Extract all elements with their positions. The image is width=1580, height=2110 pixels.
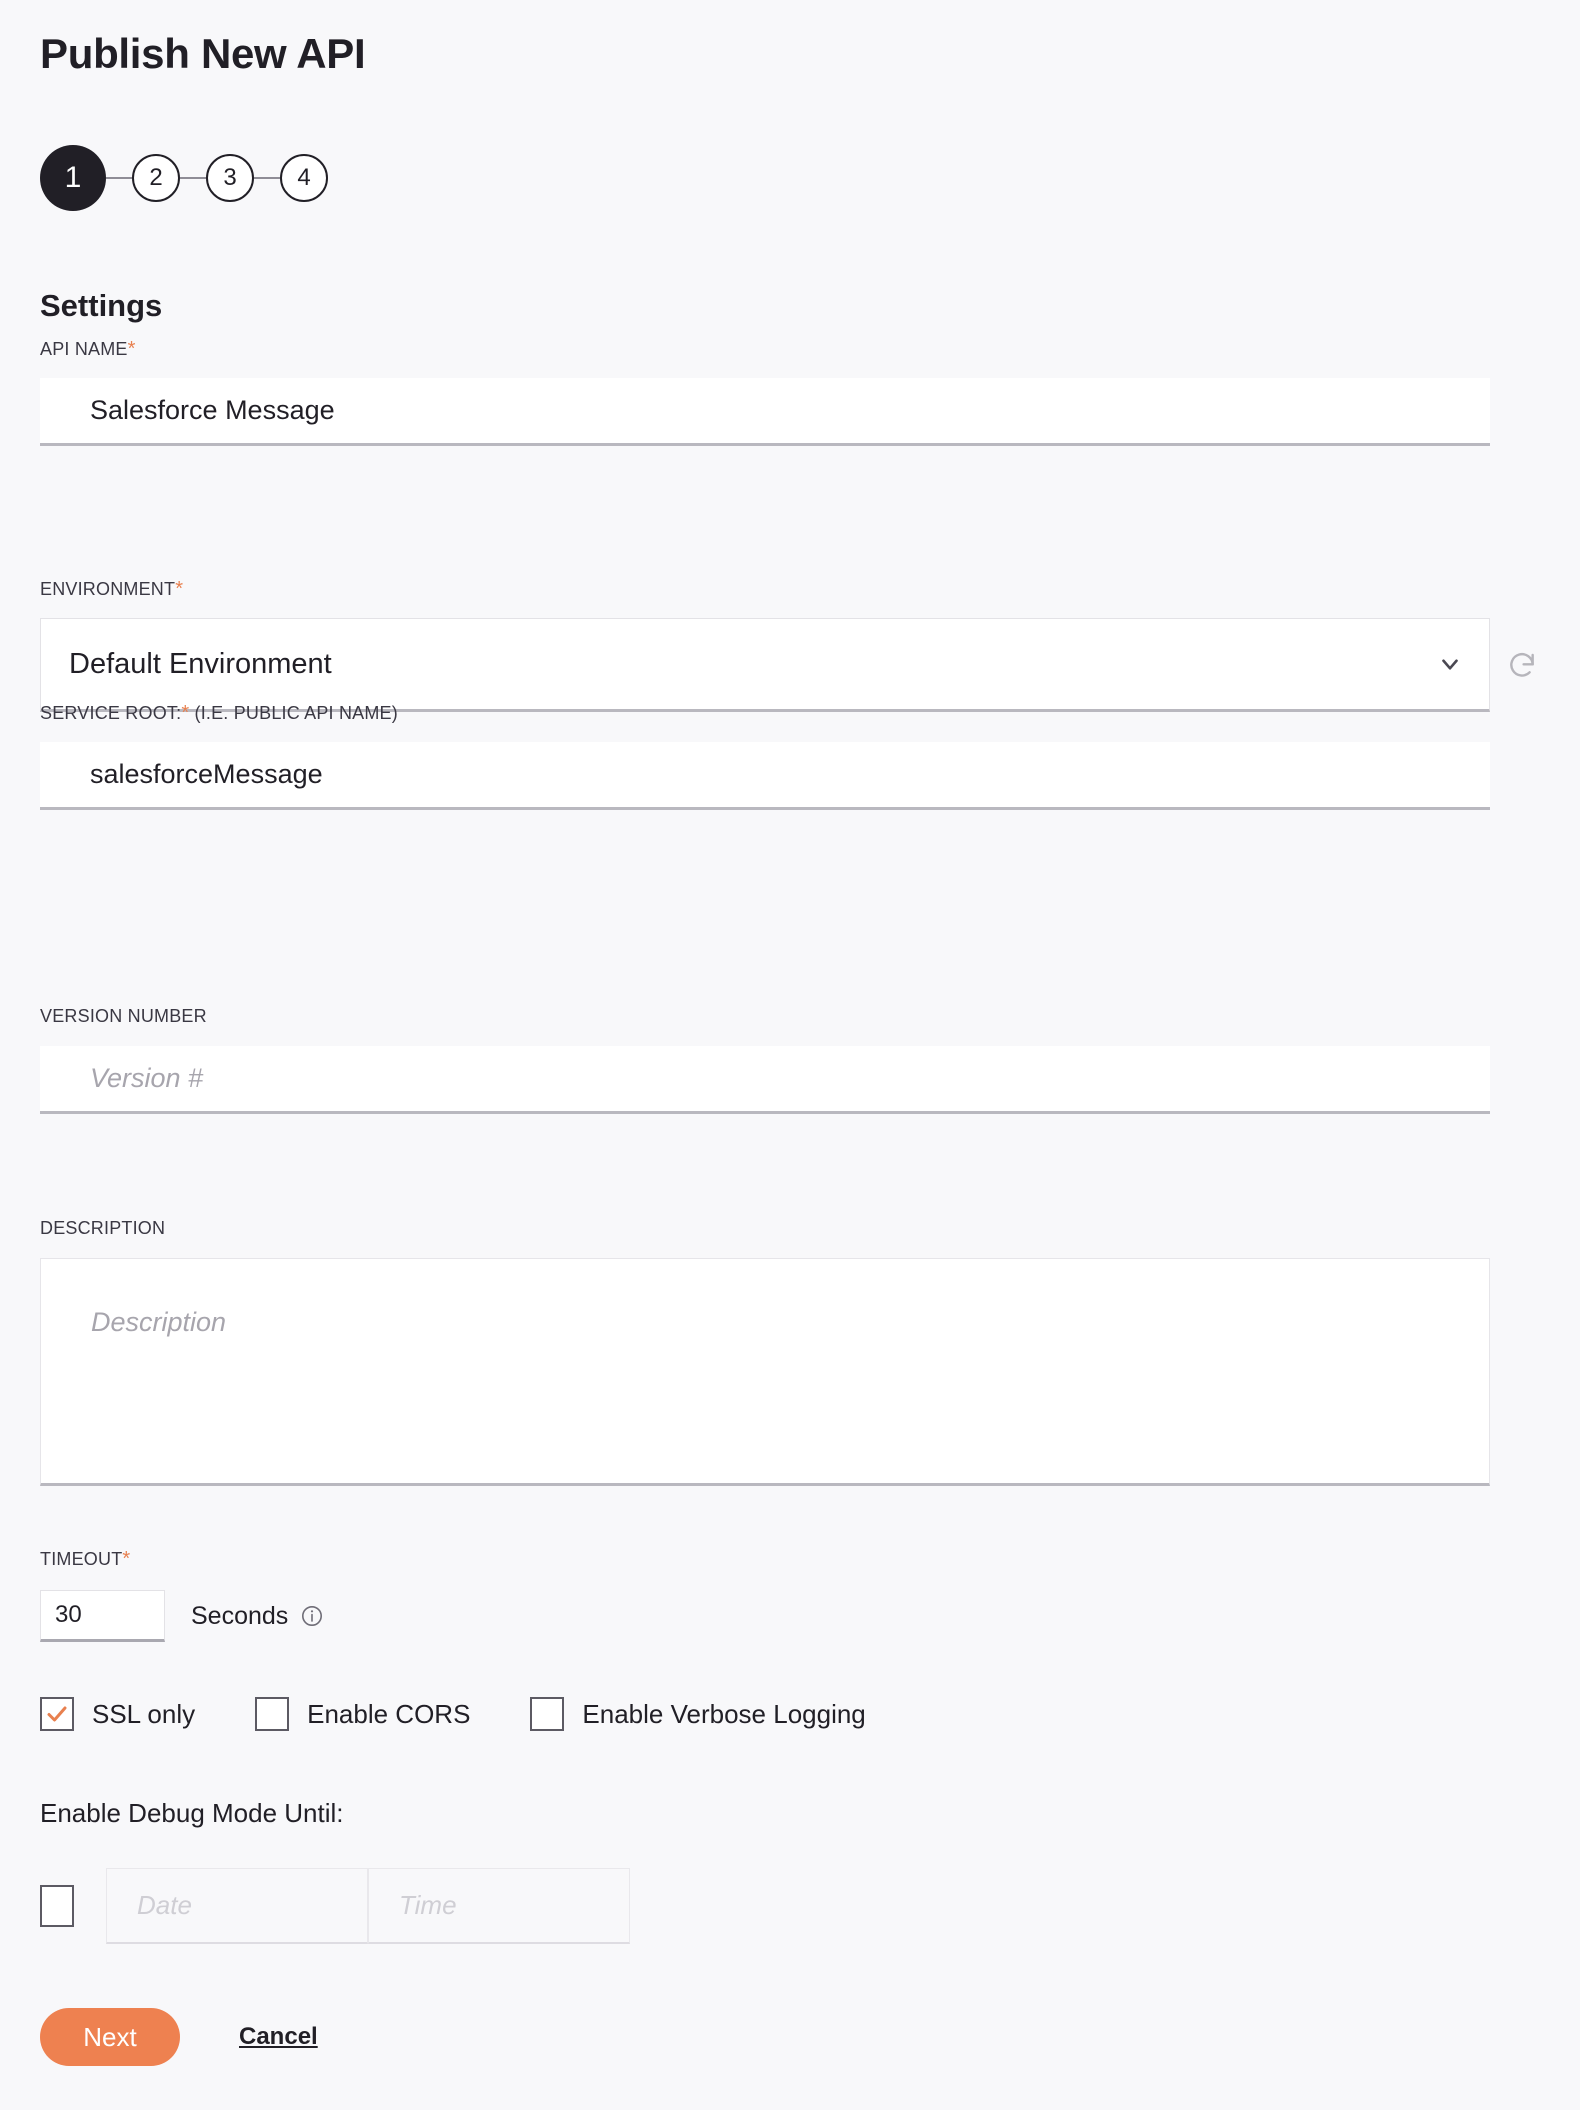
enable-verbose-logging-label: Enable Verbose Logging: [582, 1699, 865, 1730]
stepper-step-3[interactable]: 3: [206, 154, 254, 202]
ssl-only-checkbox[interactable]: [40, 1697, 74, 1731]
debug-time-input[interactable]: [368, 1868, 630, 1944]
environment-select-wrap: Default Environment: [40, 618, 1490, 712]
service-root-label-text: SERVICE ROOT:: [40, 703, 181, 723]
service-root-label: SERVICE ROOT:* (I.E. PUBLIC API NAME): [40, 702, 398, 725]
timeout-row: Seconds: [40, 1590, 324, 1642]
api-name-required-mark: *: [128, 338, 136, 360]
api-name-label-text: API NAME: [40, 339, 128, 359]
api-name-input[interactable]: [40, 378, 1490, 446]
debug-mode-checkbox[interactable]: [40, 1885, 74, 1927]
version-number-label: VERSION NUMBER: [40, 1006, 207, 1027]
stepper-connector-2: [180, 177, 206, 179]
stepper-step-1-label: 1: [65, 161, 82, 195]
timeout-required-mark: *: [122, 1548, 130, 1570]
stepper-step-4-label: 4: [297, 164, 310, 192]
description-label-text: DESCRIPTION: [40, 1218, 165, 1238]
timeout-label: TIMEOUT*: [40, 1548, 130, 1571]
service-root-label-suffix: (I.E. PUBLIC API NAME): [195, 703, 398, 723]
ssl-only-label: SSL only: [92, 1699, 195, 1730]
stepper-step-2[interactable]: 2: [132, 154, 180, 202]
environment-label: ENVIRONMENT*: [40, 578, 183, 601]
service-root-input[interactable]: [40, 742, 1490, 810]
info-icon[interactable]: [300, 1604, 324, 1628]
environment-required-mark: *: [175, 578, 183, 600]
settings-heading: Settings: [40, 288, 162, 324]
enable-cors-label: Enable CORS: [307, 1699, 470, 1730]
next-button[interactable]: Next: [40, 2008, 180, 2066]
environment-select[interactable]: Default Environment: [40, 618, 1490, 712]
debug-mode-label: Enable Debug Mode Until:: [40, 1798, 344, 1829]
version-number-label-text: VERSION NUMBER: [40, 1006, 207, 1026]
footer-actions: Next Cancel: [40, 2008, 324, 2066]
version-number-input[interactable]: [40, 1046, 1490, 1114]
chevron-down-icon: [1437, 651, 1463, 677]
timeout-unit-label: Seconds: [191, 1602, 288, 1631]
checkbox-item-ssl-only[interactable]: SSL only: [40, 1697, 195, 1731]
wizard-stepper: 1 2 3 4: [40, 145, 328, 211]
refresh-icon[interactable]: [1505, 648, 1539, 682]
timeout-label-text: TIMEOUT: [40, 1549, 122, 1569]
stepper-step-4[interactable]: 4: [280, 154, 328, 202]
description-label: DESCRIPTION: [40, 1218, 165, 1239]
enable-verbose-logging-checkbox[interactable]: [530, 1697, 564, 1731]
cancel-button[interactable]: Cancel: [233, 2022, 324, 2052]
timeout-input[interactable]: [40, 1590, 165, 1642]
publish-new-api-page: Publish New API 1 2 3 4 Settings API NAM…: [0, 0, 1580, 2110]
stepper-step-2-label: 2: [149, 164, 162, 192]
description-textarea[interactable]: [40, 1258, 1490, 1486]
enable-cors-checkbox[interactable]: [255, 1697, 289, 1731]
stepper-connector-3: [254, 177, 280, 179]
stepper-connector-1: [106, 177, 132, 179]
options-checkbox-row: SSL only Enable CORS Enable Verbose Logg…: [40, 1692, 866, 1736]
debug-date-input[interactable]: [106, 1868, 368, 1944]
environment-selected-value: Default Environment: [69, 648, 332, 681]
api-name-label: API NAME*: [40, 338, 136, 361]
checkbox-item-enable-verbose-logging[interactable]: Enable Verbose Logging: [530, 1697, 865, 1731]
stepper-step-1[interactable]: 1: [40, 145, 106, 211]
checkbox-item-enable-cors[interactable]: Enable CORS: [255, 1697, 470, 1731]
stepper-step-3-label: 3: [223, 164, 236, 192]
page-title: Publish New API: [40, 30, 365, 78]
environment-label-text: ENVIRONMENT: [40, 579, 175, 599]
debug-mode-row: [40, 1868, 630, 1944]
service-root-required-mark: *: [181, 702, 189, 724]
